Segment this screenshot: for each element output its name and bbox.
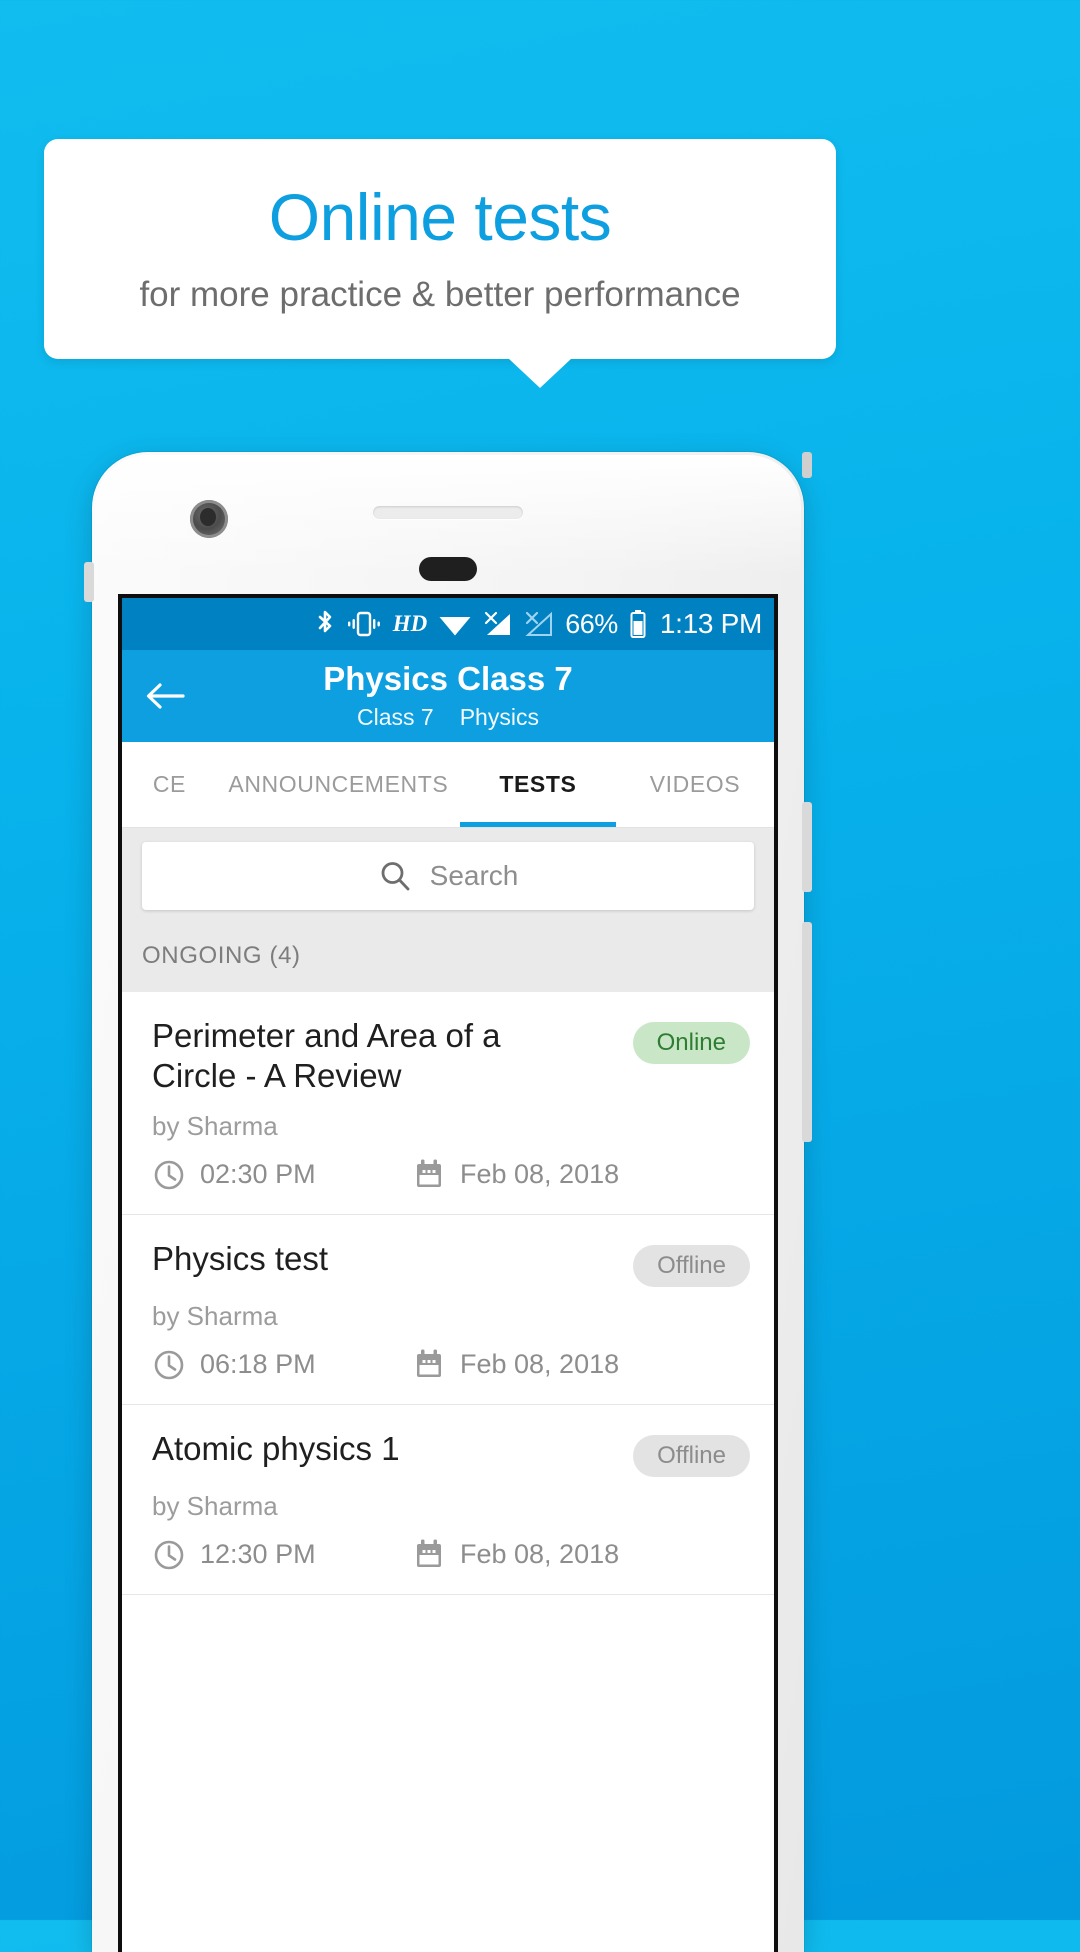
- table-row[interactable]: Atomic physics 1 Offline by Sharma 12:30…: [122, 1404, 774, 1595]
- table-row[interactable]: Perimeter and Area of a Circle - A Revie…: [122, 992, 774, 1215]
- tab-tests[interactable]: TESTS: [459, 742, 616, 827]
- tab-bar: CE ANNOUNCEMENTS TESTS VIDEOS: [122, 742, 774, 828]
- tab-active-indicator: [459, 822, 616, 827]
- test-card-header: Perimeter and Area of a Circle - A Revie…: [152, 1016, 750, 1097]
- section-header-ongoing: ONGOING (4): [122, 926, 774, 992]
- breadcrumb: Class 7 Physics: [357, 704, 539, 731]
- battery-percent-label: 66%: [565, 608, 618, 639]
- front-camera-icon: [190, 500, 228, 538]
- test-card-header: Atomic physics 1 Offline: [152, 1429, 750, 1477]
- test-time-label: 06:18 PM: [200, 1349, 316, 1379]
- clock-icon: [152, 1538, 186, 1572]
- promo-title: Online tests: [268, 180, 612, 255]
- test-date-label: Feb 08, 2018: [460, 1539, 620, 1569]
- test-title: Atomic physics 1: [152, 1429, 400, 1467]
- battery-icon: [629, 609, 647, 639]
- search-input[interactable]: Search: [142, 842, 754, 910]
- search-area: Search: [122, 828, 774, 926]
- search-placeholder: Search: [429, 860, 519, 891]
- test-date-label: Feb 08, 2018: [460, 1349, 620, 1379]
- test-date: Feb 08, 2018: [412, 1538, 619, 1572]
- promo-subtitle: for more practice & better performance: [139, 274, 741, 314]
- test-time: 02:30 PM: [152, 1158, 412, 1192]
- phone-mockup: HD 66% 1:13 PM Physics Class 7 Class 7 P…: [84, 452, 812, 1952]
- app-bar: Physics Class 7 Class 7 Physics: [122, 650, 774, 742]
- test-title: Perimeter and Area of a Circle - A Revie…: [152, 1017, 501, 1095]
- search-icon: [378, 859, 412, 893]
- test-date: Feb 08, 2018: [412, 1348, 619, 1382]
- earpiece-speaker: [373, 506, 523, 519]
- back-arrow-icon[interactable]: [144, 675, 186, 717]
- signal-1-icon: [483, 611, 513, 637]
- tab-tests-label: TESTS: [499, 771, 577, 797]
- side-button-left[interactable]: [84, 562, 94, 602]
- status-badge: Online: [632, 1022, 750, 1064]
- vibrate-icon: [346, 610, 382, 638]
- test-date-label: Feb 08, 2018: [460, 1159, 620, 1189]
- status-bar-clock: 1:13 PM: [659, 608, 762, 639]
- clock-icon: [152, 1348, 186, 1382]
- status-badge: Offline: [633, 1244, 750, 1287]
- test-time-label: 02:30 PM: [200, 1159, 316, 1189]
- test-author: by Sharma: [152, 1300, 278, 1331]
- test-meta: 12:30 PM Feb 08, 2018: [152, 1538, 750, 1572]
- calendar-icon: [412, 1348, 446, 1382]
- status-badge: Offline: [633, 1434, 750, 1477]
- hd-icon: HD: [392, 611, 428, 636]
- phone-screen: HD 66% 1:13 PM Physics Class 7 Class 7 P…: [118, 594, 778, 1952]
- tab-announcements[interactable]: ANNOUNCEMENTS: [217, 742, 460, 827]
- clock-icon: [152, 1158, 186, 1192]
- tab-ce[interactable]: CE: [122, 742, 217, 827]
- bluetooth-icon: [315, 609, 335, 639]
- tab-videos[interactable]: VIDEOS: [616, 742, 774, 827]
- status-bar: HD 66% 1:13 PM: [122, 598, 774, 650]
- power-button[interactable]: [802, 452, 812, 478]
- test-time: 12:30 PM: [152, 1538, 412, 1572]
- table-row[interactable]: Physics test Offline by Sharma 06:18 PM: [122, 1214, 774, 1405]
- test-author: by Sharma: [152, 1490, 278, 1521]
- promo-callout-tail: [508, 358, 572, 388]
- breadcrumb-class: Class 7: [357, 703, 434, 730]
- signal-2-icon: [524, 611, 554, 637]
- calendar-icon: [412, 1158, 446, 1192]
- test-title: Physics test: [152, 1239, 329, 1277]
- test-meta: 02:30 PM Feb 08, 2018: [152, 1158, 750, 1192]
- test-card-header: Physics test Offline: [152, 1239, 750, 1287]
- test-meta: 06:18 PM Feb 08, 2018: [152, 1348, 750, 1382]
- test-date: Feb 08, 2018: [412, 1158, 619, 1192]
- page-title: Physics Class 7: [323, 660, 573, 698]
- breadcrumb-subject: Physics: [459, 703, 539, 730]
- test-time-label: 12:30 PM: [200, 1539, 316, 1569]
- wifi-icon: [438, 611, 472, 637]
- proximity-sensor: [419, 557, 477, 581]
- promo-callout: Online tests for more practice & better …: [44, 139, 836, 359]
- test-time: 06:18 PM: [152, 1348, 412, 1382]
- volume-up-button[interactable]: [802, 802, 812, 892]
- volume-down-button[interactable]: [802, 922, 812, 1142]
- calendar-icon: [412, 1538, 446, 1572]
- test-author: by Sharma: [152, 1110, 278, 1141]
